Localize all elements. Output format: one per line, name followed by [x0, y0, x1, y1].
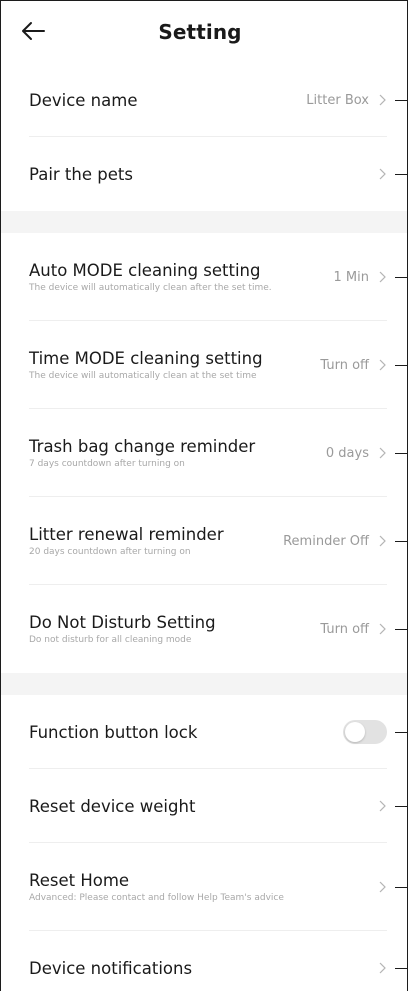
setting-label: Do Not Disturb Setting: [29, 613, 216, 632]
edge-tick: [395, 453, 407, 454]
setting-row-auto-mode[interactable]: Auto MODE cleaning setting The device wi…: [1, 233, 407, 321]
chevron-right-icon: [379, 800, 386, 812]
setting-value: 0 days: [325, 445, 369, 461]
section-gap: [1, 211, 407, 233]
setting-value: Litter Box: [306, 92, 369, 108]
setting-label: Reset Home: [29, 871, 130, 890]
chevron-right-icon: [379, 623, 386, 635]
setting-row-litter-renewal[interactable]: Litter renewal reminder 20 days countdow…: [1, 497, 407, 585]
setting-row-reset-home[interactable]: Reset Home Advanced: Please contact and …: [1, 843, 407, 931]
header-bar: Setting: [1, 1, 407, 63]
setting-row-do-not-disturb[interactable]: Do Not Disturb Setting Do not disturb fo…: [1, 585, 407, 673]
setting-row-trash-bag-reminder[interactable]: Trash bag change reminder 7 days countdo…: [1, 409, 407, 497]
setting-row-reset-weight[interactable]: Reset device weight: [1, 769, 407, 843]
setting-row-device-name[interactable]: Device name Litter Box: [1, 63, 407, 137]
setting-label: Reset device weight: [29, 796, 196, 816]
back-button[interactable]: [15, 15, 51, 47]
setting-row-device-notifications[interactable]: Device notifications: [1, 931, 407, 991]
setting-label: Trash bag change reminder: [29, 437, 256, 456]
setting-description: Do not disturb for all cleaning mode: [29, 635, 192, 645]
arrow-left-icon: [22, 22, 45, 40]
setting-value: Turn off: [320, 357, 369, 373]
setting-label: Litter renewal reminder: [29, 525, 224, 544]
setting-description: Advanced: Please contact and follow Help…: [29, 893, 284, 903]
chevron-right-icon: [379, 168, 386, 180]
edge-tick: [395, 365, 407, 366]
setting-value: Turn off: [320, 621, 369, 637]
edge-tick: [395, 100, 407, 101]
edge-tick: [395, 732, 407, 733]
setting-description: 20 days countdown after turning on: [29, 547, 191, 557]
chevron-right-icon: [379, 359, 386, 371]
toggle-knob: [345, 722, 365, 742]
setting-label: Auto MODE cleaning setting: [29, 261, 261, 280]
chevron-right-icon: [379, 881, 386, 893]
chevron-right-icon: [379, 535, 386, 547]
edge-tick: [395, 629, 407, 630]
section-gap: [1, 673, 407, 695]
setting-row-function-button-lock: Function button lock: [1, 695, 407, 769]
setting-row-pair-pets[interactable]: Pair the pets: [1, 137, 407, 211]
chevron-right-icon: [379, 94, 386, 106]
edge-tick: [395, 968, 407, 969]
edge-tick: [395, 887, 407, 888]
setting-row-time-mode[interactable]: Time MODE cleaning setting The device wi…: [1, 321, 407, 409]
chevron-right-icon: [379, 271, 386, 283]
setting-label: Pair the pets: [29, 164, 133, 184]
chevron-right-icon: [379, 962, 386, 974]
setting-label: Function button lock: [29, 722, 198, 742]
settings-screen: Setting Device name Litter Box Pair the …: [0, 0, 408, 991]
edge-tick: [395, 806, 407, 807]
chevron-right-icon: [379, 447, 386, 459]
setting-value: Reminder Off: [283, 533, 369, 549]
setting-value: 1 Min: [333, 269, 369, 285]
edge-tick: [395, 541, 407, 542]
setting-label: Device name: [29, 90, 138, 110]
setting-description: The device will automatically clean afte…: [29, 283, 272, 293]
setting-description: The device will automatically clean at t…: [29, 371, 257, 381]
page-title: Setting: [158, 20, 242, 44]
setting-label: Device notifications: [29, 958, 193, 978]
edge-tick: [395, 174, 407, 175]
setting-description: 7 days countdown after turning on: [29, 459, 185, 469]
setting-label: Time MODE cleaning setting: [29, 349, 263, 368]
edge-tick: [395, 277, 407, 278]
function-lock-toggle[interactable]: [343, 720, 387, 744]
